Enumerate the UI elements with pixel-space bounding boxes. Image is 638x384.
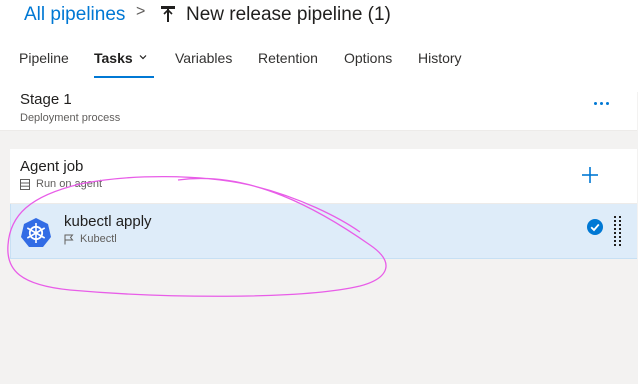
task-subtitle-text: Kubectl <box>80 233 117 245</box>
active-tab-indicator <box>94 76 154 78</box>
tab-tasks-label: Tasks <box>94 50 133 66</box>
tab-history[interactable]: History <box>418 50 462 66</box>
agent-job-subtitle: Run on agent <box>20 178 102 190</box>
chevron-down-icon <box>139 55 147 60</box>
page-title: New release pipeline (1) <box>186 4 391 25</box>
more-icon[interactable] <box>594 102 610 108</box>
tab-pipeline[interactable]: Pipeline <box>19 50 69 66</box>
breadcrumb-all-pipelines[interactable]: All pipelines <box>24 0 125 30</box>
stage-card[interactable]: Stage 1 Deployment process <box>0 84 637 131</box>
header: All pipelines > New release pipeline (1)… <box>0 0 638 92</box>
task-subtitle: Kubectl <box>64 233 117 245</box>
tab-retention[interactable]: Retention <box>258 50 318 66</box>
server-icon <box>20 178 30 190</box>
kubernetes-icon <box>21 218 51 247</box>
stage-subtitle: Deployment process <box>20 112 121 124</box>
tab-options[interactable]: Options <box>344 50 392 66</box>
tab-tasks[interactable]: Tasks <box>94 50 147 66</box>
breadcrumb-separator: > <box>136 3 146 20</box>
drag-handle-icon[interactable] <box>614 216 622 246</box>
task-row-kubectl-apply[interactable]: kubectl apply Kubectl <box>10 204 637 259</box>
task-title: kubectl apply <box>64 213 152 230</box>
release-pipeline-icon <box>161 6 175 22</box>
agent-job-title: Agent job <box>20 158 84 175</box>
agent-job-card[interactable]: Agent job Run on agent <box>10 149 637 204</box>
flag-icon <box>64 234 74 244</box>
check-circle-icon <box>587 219 603 235</box>
stage-title: Stage 1 <box>20 91 72 108</box>
agent-job-subtitle-text: Run on agent <box>36 178 103 190</box>
plus-icon[interactable] <box>581 166 599 184</box>
tab-variables[interactable]: Variables <box>175 50 232 66</box>
